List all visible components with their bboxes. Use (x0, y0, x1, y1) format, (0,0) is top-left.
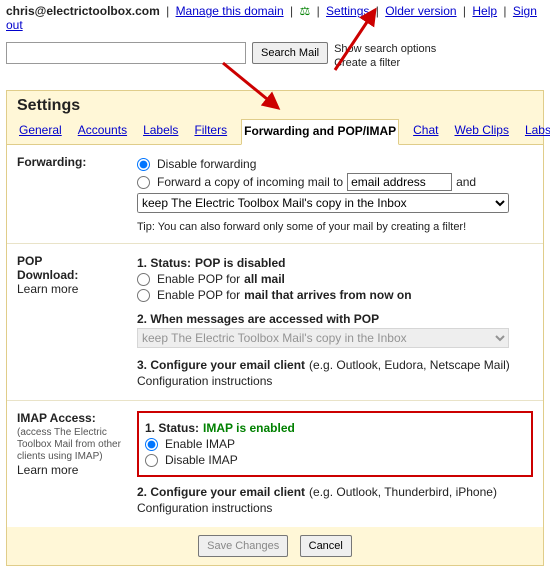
pop-enable-all-bold: all mail (244, 272, 285, 286)
imap-status-value: IMAP is enabled (203, 421, 295, 435)
fwd-disable-radio[interactable] (137, 158, 150, 171)
fwd-enable-radio[interactable] (137, 176, 150, 189)
section-pop: POP Download: Learn more 1. Status: POP … (7, 244, 543, 401)
pop-conf-link[interactable]: Configuration instructions (137, 374, 272, 388)
pop-keep-select: keep The Electric Toolbox Mail's copy in… (137, 328, 509, 348)
create-filter-link[interactable]: Create a filter (334, 57, 400, 69)
fwd-keep-select[interactable]: keep The Electric Toolbox Mail's copy in… (137, 193, 509, 213)
pop-enable-now-radio[interactable] (137, 289, 150, 302)
tab-web-clips[interactable]: Web Clips (452, 119, 510, 144)
pop-status-value: POP is disabled (195, 256, 285, 270)
tab-labels[interactable]: Labels (141, 119, 180, 144)
fwd-tip-text: Tip: You can also forward only some of y… (137, 221, 391, 233)
older-version-link[interactable]: Older version (385, 4, 456, 18)
button-row: Save Changes Cancel (7, 527, 543, 565)
search-input[interactable] (6, 42, 246, 64)
imap-learn-more-link[interactable]: Learn more (17, 463, 78, 477)
help-link[interactable]: Help (472, 4, 497, 18)
cancel-button[interactable]: Cancel (300, 535, 352, 557)
settings-link[interactable]: Settings (326, 4, 369, 18)
manage-domain-link[interactable]: Manage this domain (176, 4, 284, 18)
forwarding-label: Forwarding: (17, 155, 86, 169)
imap-status-lead: 1. Status: (145, 421, 199, 435)
imap-disable-label: Disable IMAP (165, 453, 238, 467)
labs-icon: ⚖ (299, 4, 310, 18)
tab-labs[interactable]: Labs (523, 119, 550, 144)
imap-highlight-box: 1. Status: IMAP is enabled Enable IMAP D… (137, 411, 533, 477)
imap-enable-label: Enable IMAP (165, 437, 235, 451)
imap-conf-lead: 2. Configure your email client (137, 485, 305, 499)
show-search-options-link[interactable]: Show search options (334, 43, 436, 55)
pop-enable-now-bold: mail that arrives from now on (244, 288, 411, 302)
pop-conf-lead: 3. Configure your email client (137, 358, 305, 372)
tab-accounts[interactable]: Accounts (76, 119, 129, 144)
tab-filters[interactable]: Filters (192, 119, 229, 144)
fwd-email-input[interactable] (347, 173, 452, 191)
imap-conf-ex: (e.g. Outlook, Thunderbird, iPhone) (309, 485, 497, 499)
fwd-tip-link[interactable]: creating a filter! (391, 221, 466, 233)
top-bar: chris@electrictoolbox.com | Manage this … (0, 0, 550, 36)
tab-general[interactable]: General (17, 119, 64, 144)
imap-sublabel: (access The Electric Toolbox Mail from o… (17, 427, 137, 463)
save-changes-button[interactable]: Save Changes (198, 535, 288, 557)
panel-title: Settings (17, 97, 533, 115)
search-small-links: Show search options Create a filter (334, 42, 436, 70)
fwd-and-label: and (456, 175, 476, 189)
pop-when-label: 2. When messages are accessed with POP (137, 312, 379, 326)
pop-learn-more-link[interactable]: Learn more (17, 282, 78, 296)
imap-disable-radio[interactable] (145, 454, 158, 467)
settings-panel: Settings General Accounts Labels Filters… (6, 90, 544, 566)
fwd-disable-label: Disable forwarding (157, 157, 256, 171)
pop-enable-all-pre: Enable POP for (157, 272, 240, 286)
pop-label-1: POP (17, 254, 42, 268)
pop-status-lead: 1. Status: (137, 256, 191, 270)
pop-label-2: Download: (17, 268, 78, 282)
imap-conf-link[interactable]: Configuration instructions (137, 501, 272, 515)
fwd-forward-prefix: Forward a copy of incoming mail to (157, 175, 343, 189)
imap-enable-radio[interactable] (145, 438, 158, 451)
tab-forwarding-pop-imap[interactable]: Forwarding and POP/IMAP (241, 119, 399, 145)
pop-enable-all-radio[interactable] (137, 273, 150, 286)
tab-chat[interactable]: Chat (411, 119, 440, 144)
account-email: chris@electrictoolbox.com (6, 4, 160, 18)
pop-conf-ex: (e.g. Outlook, Eudora, Netscape Mail) (309, 358, 510, 372)
imap-label: IMAP Access: (17, 411, 96, 425)
tabs: General Accounts Labels Filters Forwardi… (7, 115, 543, 145)
search-mail-button[interactable]: Search Mail (252, 42, 328, 64)
section-imap: IMAP Access: (access The Electric Toolbo… (7, 401, 543, 527)
section-forwarding: Forwarding: Disable forwarding Forward a… (7, 145, 543, 244)
pop-enable-now-pre: Enable POP for (157, 288, 240, 302)
search-row: Search Mail Show search options Create a… (0, 36, 550, 76)
